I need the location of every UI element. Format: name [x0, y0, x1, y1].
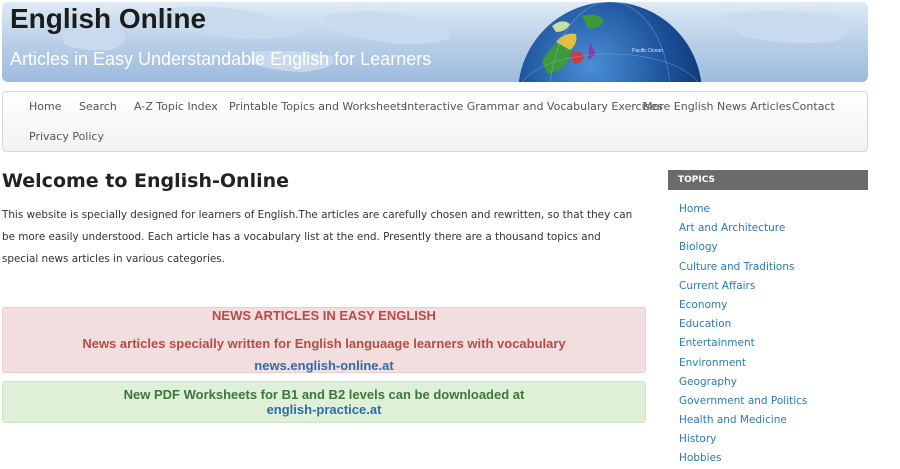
- nav-more-news[interactable]: More English News Articles: [643, 100, 791, 113]
- topic-culture-and-traditions[interactable]: Culture and Traditions: [679, 258, 807, 277]
- practice-site-link[interactable]: english-practice.at: [3, 402, 645, 417]
- pdf-box-text: New PDF Worksheets for B1 and B2 levels …: [123, 387, 525, 402]
- topic-geography[interactable]: Geography: [679, 373, 807, 392]
- nav-search[interactable]: Search: [79, 100, 117, 113]
- header-banner: Pacific Ocean English Online Articles in…: [2, 2, 868, 82]
- topic-history[interactable]: History: [679, 430, 807, 449]
- globe-image: Pacific Ocean: [518, 2, 702, 82]
- news-box-text: News articles specially written for Engl…: [82, 336, 566, 351]
- topic-home[interactable]: Home: [679, 200, 807, 219]
- topic-entertainment[interactable]: Entertainment: [679, 334, 807, 353]
- nav-privacy-policy[interactable]: Privacy Policy: [29, 130, 104, 143]
- topic-economy[interactable]: Economy: [679, 296, 807, 315]
- page-heading: Welcome to English-Online: [2, 170, 290, 192]
- topic-art-and-architecture[interactable]: Art and Architecture: [679, 219, 807, 238]
- topic-education[interactable]: Education: [679, 315, 807, 334]
- nav-a-z-topic-index[interactable]: A-Z Topic Index: [134, 100, 218, 113]
- topic-list: Home Art and Architecture Biology Cultur…: [679, 200, 807, 469]
- nav-printable-topics[interactable]: Printable Topics and Worksheets: [229, 100, 407, 113]
- topic-current-affairs[interactable]: Current Affairs: [679, 277, 807, 296]
- intro-paragraph: This website is specially designed for l…: [2, 209, 633, 265]
- topic-hobbies[interactable]: Hobbies: [679, 449, 807, 468]
- topic-environment[interactable]: Environment: [679, 354, 807, 373]
- news-site-link[interactable]: news.english-online.at: [3, 358, 645, 373]
- nav-interactive-exercises[interactable]: Interactive Grammar and Vocabulary Exerc…: [404, 100, 663, 113]
- topic-government-and-politics[interactable]: Government and Politics: [679, 392, 807, 411]
- site-tagline: Articles in Easy Understandable English …: [10, 49, 432, 69]
- nav-contact[interactable]: Contact: [792, 100, 835, 113]
- topic-health-and-medicine[interactable]: Health and Medicine: [679, 411, 807, 430]
- site-title[interactable]: English Online: [10, 3, 206, 35]
- main-navigation: Home Search A-Z Topic Index Printable To…: [2, 91, 868, 152]
- news-box-heading: NEWS ARTICLES IN EASY ENGLISH: [212, 308, 436, 323]
- globe-label: Pacific Ocean: [632, 48, 663, 54]
- news-alert-box: NEWS ARTICLES IN EASY ENGLISH News artic…: [2, 307, 646, 373]
- nav-home[interactable]: Home: [29, 100, 61, 113]
- topics-heading: TOPICS: [668, 170, 868, 190]
- pdf-alert-box: New PDF Worksheets for B1 and B2 levels …: [2, 381, 646, 423]
- topic-biology[interactable]: Biology: [679, 238, 807, 257]
